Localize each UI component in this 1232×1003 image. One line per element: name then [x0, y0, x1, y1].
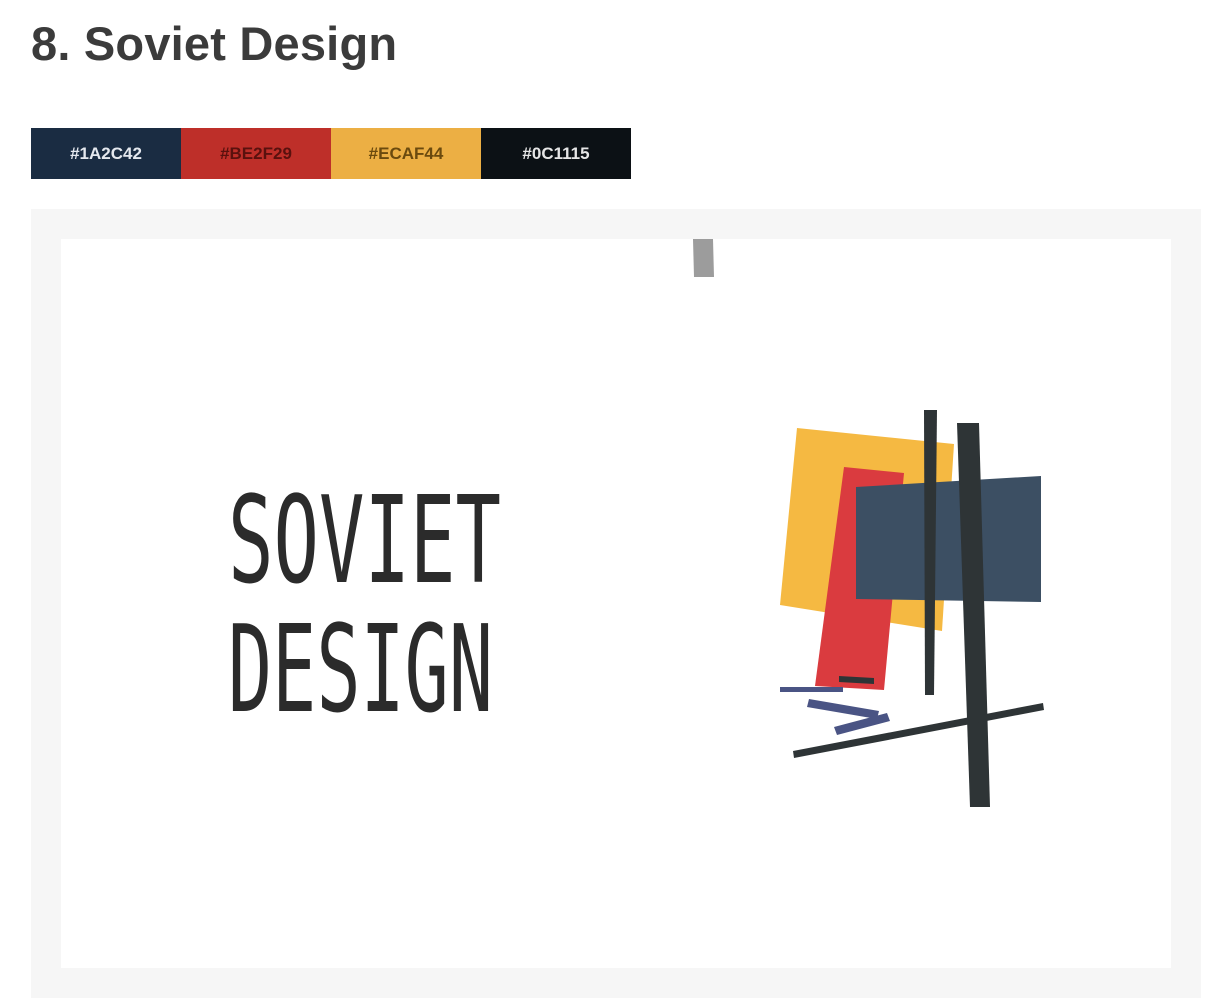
color-swatch-1[interactable]: #1A2C42 — [31, 128, 181, 179]
artwork-title-line1: SOVIET — [228, 472, 501, 611]
top-grey-tab — [693, 239, 714, 277]
color-swatch-2[interactable]: #BE2F29 — [181, 128, 331, 179]
diagonal-bar — [793, 703, 1044, 758]
swatch-hex-label: #ECAF44 — [368, 143, 444, 163]
violet-line-left — [780, 687, 843, 692]
violet-slash-upper — [807, 699, 879, 719]
section-title: 8. Soviet Design — [31, 17, 398, 70]
color-swatch-4[interactable]: #0C1115 — [481, 128, 631, 179]
color-palette: #1A2C42 #BE2F29 #ECAF44 #0C1115 — [31, 128, 631, 179]
soviet-design-artwork: SOVIET DESIGN — [228, 239, 1044, 807]
vertical-bar-thin — [924, 410, 937, 695]
artwork-canvas: SOVIET DESIGN — [61, 239, 1171, 968]
color-swatch-3[interactable]: #ECAF44 — [331, 128, 481, 179]
preview-frame: SOVIET DESIGN — [31, 209, 1201, 998]
artwork-title-line2: DESIGN — [228, 601, 493, 740]
swatch-hex-label: #BE2F29 — [220, 143, 292, 163]
navy-rectangle — [856, 476, 1041, 602]
swatch-hex-label: #1A2C42 — [70, 143, 142, 163]
swatch-hex-label: #0C1115 — [522, 143, 590, 163]
